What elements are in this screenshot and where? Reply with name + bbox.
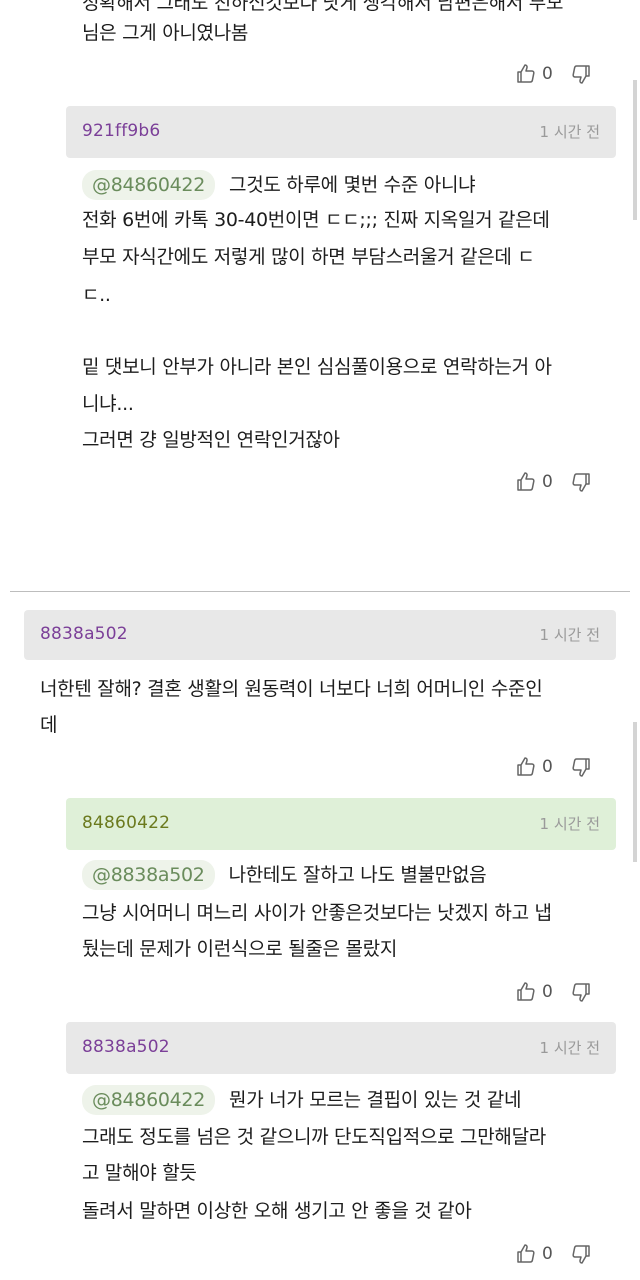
reply-text: ㄷ.. <box>82 284 111 306</box>
mention-tag[interactable]: @84860422 <box>82 170 216 200</box>
thumbs-down-icon[interactable] <box>569 470 593 494</box>
reply-body-line: @84860422 그것도 하루에 몇번 수준 아니냐 <box>82 170 476 200</box>
thumbs-down-icon[interactable] <box>569 980 593 1004</box>
username[interactable]: 921ff9b6 <box>82 121 160 141</box>
comment-divider <box>10 591 630 592</box>
like-count: 0 <box>542 64 553 84</box>
vote-bar: 0 <box>514 470 593 494</box>
username[interactable]: 8838a502 <box>82 1037 170 1057</box>
comment-header: 8838a502 1 시간 전 <box>24 610 616 660</box>
reply-text: 그러면 걍 일방적인 연락인거잖아 <box>82 429 340 451</box>
reply-header: 84860422 1 시간 전 <box>66 798 616 850</box>
timestamp: 1 시간 전 <box>539 815 600 833</box>
thumbs-up-icon[interactable] <box>514 62 538 86</box>
reply-body-line: @8838a502 나한테도 잘하고 나도 별불만없음 <box>82 860 487 890</box>
comment-text: 데 <box>40 714 58 736</box>
reply-text: 그래도 정도를 넘은 것 같으니까 단도직입적으로 그만해달라 <box>82 1126 546 1148</box>
thumbs-down-icon[interactable] <box>569 755 593 779</box>
comment-text-line: 정확해서 그래도 친하신것보다 낫게 생각해서 남편은해서 부모 <box>82 0 564 14</box>
thumbs-down-icon[interactable] <box>569 1242 593 1266</box>
username[interactable]: 84860422 <box>82 813 170 833</box>
reply-text: 나한테도 잘하고 나도 별불만없음 <box>228 864 487 886</box>
reply-text: 돌려서 말하면 이상한 오해 생기고 안 좋을 것 같아 <box>82 1200 472 1222</box>
thumbs-down-icon[interactable] <box>569 62 593 86</box>
scrollbar-thumb[interactable] <box>633 722 637 862</box>
reply-text: 뒀는데 문제가 이런식으로 될줄은 몰랐지 <box>82 938 398 960</box>
thumbs-up-icon[interactable] <box>514 980 538 1004</box>
reply-text: 니냐... <box>82 393 134 415</box>
vote-bar: 0 <box>514 1242 593 1266</box>
timestamp: 1 시간 전 <box>539 626 600 644</box>
reply-text: 부모 자식간에도 저렇게 많이 하면 부담스러울거 같은데 ㄷ <box>82 246 535 268</box>
reply-header: 8838a502 1 시간 전 <box>66 1022 616 1074</box>
like-count: 0 <box>542 982 553 1002</box>
username[interactable]: 8838a502 <box>40 624 128 644</box>
reply-body-line: @84860422 뭔가 너가 모르는 결핍이 있는 것 같네 <box>82 1085 521 1115</box>
reply-text: 그냥 시어머니 며느리 사이가 안좋은것보다는 낫겠지 하고 냅 <box>82 902 552 924</box>
reply-text: 밑 댓보니 안부가 아니라 본인 심심풀이용으로 연락하는거 아 <box>82 356 552 378</box>
like-count: 0 <box>542 1244 553 1264</box>
thumbs-up-icon[interactable] <box>514 1242 538 1266</box>
timestamp: 1 시간 전 <box>539 1039 600 1057</box>
like-count: 0 <box>542 757 553 777</box>
reply-text: 전화 6번에 카톡 30-40번이면 ㄷㄷ;;; 진짜 지옥일거 같은데 <box>82 209 550 231</box>
reply-text: 고 말해야 할듯 <box>82 1162 197 1184</box>
vote-bar: 0 <box>514 980 593 1004</box>
mention-tag[interactable]: @8838a502 <box>82 860 215 890</box>
comment-text-line: 님은 그게 아니였나봄 <box>82 22 249 44</box>
scrollbar-thumb[interactable] <box>633 80 637 220</box>
mention-tag[interactable]: @84860422 <box>82 1085 216 1115</box>
thumbs-up-icon[interactable] <box>514 470 538 494</box>
timestamp: 1 시간 전 <box>539 123 600 141</box>
reply-text: 그것도 하루에 몇번 수준 아니냐 <box>229 174 476 196</box>
comment-text: 너한텐 잘해? 결혼 생활의 원동력이 너보다 너희 어머니인 수준인 <box>40 678 543 700</box>
like-count: 0 <box>542 472 553 492</box>
reply-text: 뭔가 너가 모르는 결핍이 있는 것 같네 <box>229 1089 522 1111</box>
thumbs-up-icon[interactable] <box>514 755 538 779</box>
vote-bar: 0 <box>514 62 593 86</box>
reply-header: 921ff9b6 1 시간 전 <box>66 106 616 158</box>
vote-bar: 0 <box>514 755 593 779</box>
